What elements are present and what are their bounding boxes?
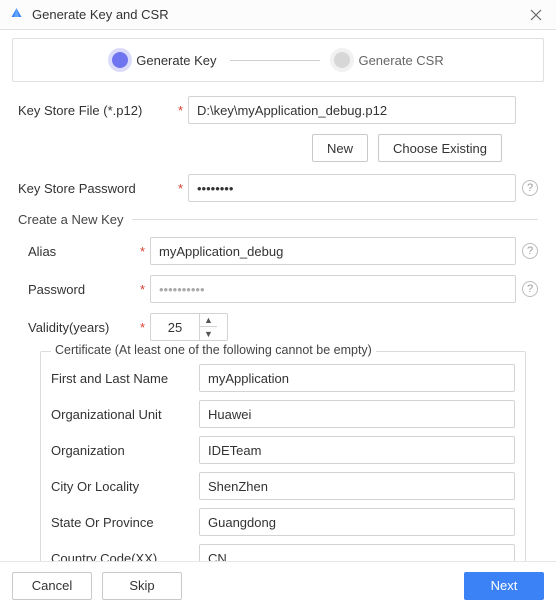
keystore-password-label: Key Store Password (18, 181, 178, 196)
required-asterisk: * (140, 282, 150, 297)
step-label: Generate CSR (358, 53, 443, 68)
help-icon[interactable]: ? (522, 180, 538, 196)
next-button[interactable]: Next (464, 572, 544, 600)
titlebar: Generate Key and CSR (0, 0, 556, 30)
validity-stepper[interactable]: ▲ ▼ (150, 313, 228, 341)
state-input[interactable] (199, 508, 515, 536)
app-logo-icon (8, 7, 24, 23)
validity-input[interactable] (151, 314, 199, 340)
org-unit-input[interactable] (199, 400, 515, 428)
keystore-file-label: Key Store File (*.p12) (18, 103, 178, 118)
required-asterisk: * (140, 244, 150, 259)
certificate-legend: Certificate (At least one of the followi… (51, 343, 376, 357)
required-asterisk: * (140, 320, 150, 335)
keystore-password-input[interactable] (188, 174, 516, 202)
section-title: Create a New Key (18, 212, 124, 227)
organization-label: Organization (51, 443, 199, 458)
keystore-file-input[interactable] (188, 96, 516, 124)
city-input[interactable] (199, 472, 515, 500)
step-label: Generate Key (136, 53, 216, 68)
alias-label: Alias (28, 244, 140, 259)
spinner-down-icon[interactable]: ▼ (200, 327, 217, 340)
step-active-icon (112, 52, 128, 68)
skip-button[interactable]: Skip (102, 572, 182, 600)
dialog-footer: Cancel Skip Next (0, 561, 556, 609)
certificate-group: Certificate (At least one of the followi… (40, 351, 526, 585)
required-asterisk: * (178, 103, 188, 118)
first-last-name-label: First and Last Name (51, 371, 199, 386)
help-icon[interactable]: ? (522, 243, 538, 259)
alias-input[interactable] (150, 237, 516, 265)
step-connector (230, 60, 320, 61)
cancel-button[interactable]: Cancel (12, 572, 92, 600)
organization-input[interactable] (199, 436, 515, 464)
step-generate-csr: Generate CSR (334, 52, 443, 68)
key-password-label: Password (28, 282, 140, 297)
step-generate-key: Generate Key (112, 52, 216, 68)
choose-existing-button[interactable]: Choose Existing (378, 134, 502, 162)
state-label: State Or Province (51, 515, 199, 530)
close-icon[interactable] (524, 3, 548, 27)
key-password-input[interactable] (150, 275, 516, 303)
window-title: Generate Key and CSR (32, 7, 524, 22)
create-new-key-section: Create a New Key (18, 212, 538, 227)
first-last-name-input[interactable] (199, 364, 515, 392)
step-inactive-icon (334, 52, 350, 68)
required-asterisk: * (178, 181, 188, 196)
org-unit-label: Organizational Unit (51, 407, 199, 422)
help-icon[interactable]: ? (522, 281, 538, 297)
new-button[interactable]: New (312, 134, 368, 162)
city-label: City Or Locality (51, 479, 199, 494)
spinner-up-icon[interactable]: ▲ (200, 314, 217, 327)
wizard-stepper: Generate Key Generate CSR (12, 38, 544, 82)
validity-label: Validity(years) (28, 320, 140, 335)
